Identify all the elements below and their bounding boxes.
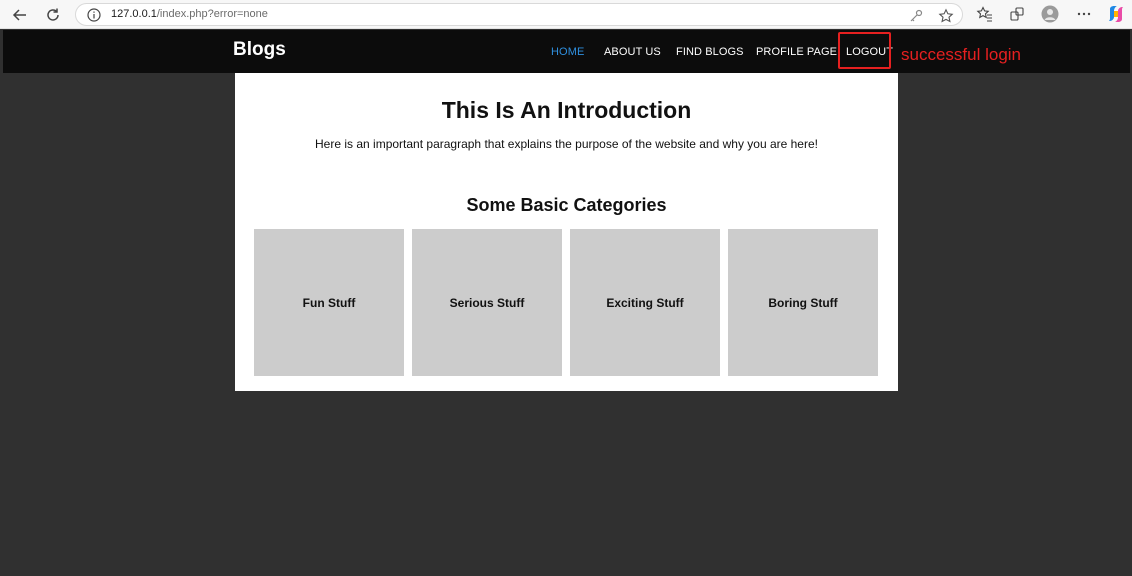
- site-logo[interactable]: Blogs: [233, 39, 286, 61]
- category-card-exciting-stuff[interactable]: Exciting Stuff: [570, 229, 720, 376]
- nav-link-find-blogs[interactable]: FIND BLOGS: [676, 46, 744, 58]
- site-header: Blogs HOME ABOUT US FIND BLOGS PROFILE P…: [3, 30, 1130, 73]
- nav-link-home[interactable]: HOME: [551, 46, 584, 58]
- info-icon[interactable]: [86, 7, 102, 23]
- star-icon[interactable]: [938, 8, 954, 24]
- page-viewport: Blogs HOME ABOUT US FIND BLOGS PROFILE P…: [3, 30, 1130, 572]
- browser-toolbar: 127.0.0.1/index.php?error=none: [0, 0, 1132, 29]
- nav-link-profile-page[interactable]: PROFILE PAGE: [756, 46, 837, 58]
- logout-highlight-box: [838, 32, 891, 69]
- page-title: This Is An Introduction: [441, 97, 692, 123]
- categories-heading: Some Basic Categories: [466, 195, 667, 215]
- category-card-serious-stuff[interactable]: Serious Stuff: [412, 229, 562, 376]
- url-text[interactable]: 127.0.0.1/index.php?error=none: [111, 8, 268, 20]
- address-bar[interactable]: 127.0.0.1/index.php?error=none: [75, 3, 963, 26]
- category-card-boring-stuff[interactable]: Boring Stuff: [728, 229, 878, 376]
- nav-link-about-us[interactable]: ABOUT US: [604, 46, 661, 58]
- copilot-icon[interactable]: [1107, 5, 1125, 23]
- back-arrow-icon: [12, 9, 26, 21]
- url-path: /index.php?error=none: [156, 8, 268, 20]
- key-icon[interactable]: [908, 8, 924, 24]
- more-options-icon[interactable]: [1075, 5, 1093, 23]
- reload-button[interactable]: [42, 4, 64, 26]
- extensions-icon[interactable]: [1008, 5, 1026, 23]
- intro-paragraph: Here is an important paragraph that expl…: [315, 137, 818, 151]
- annotation-text: successful login: [901, 45, 1022, 64]
- favorites-icon[interactable]: [976, 5, 994, 23]
- back-button[interactable]: [9, 4, 31, 26]
- url-host: 127.0.0.1: [111, 8, 157, 20]
- category-card-fun-stuff[interactable]: Fun Stuff: [254, 229, 404, 376]
- main-content: This Is An Introduction Here is an impor…: [235, 73, 898, 391]
- profile-avatar-icon[interactable]: [1041, 5, 1059, 23]
- reload-icon: [47, 8, 59, 21]
